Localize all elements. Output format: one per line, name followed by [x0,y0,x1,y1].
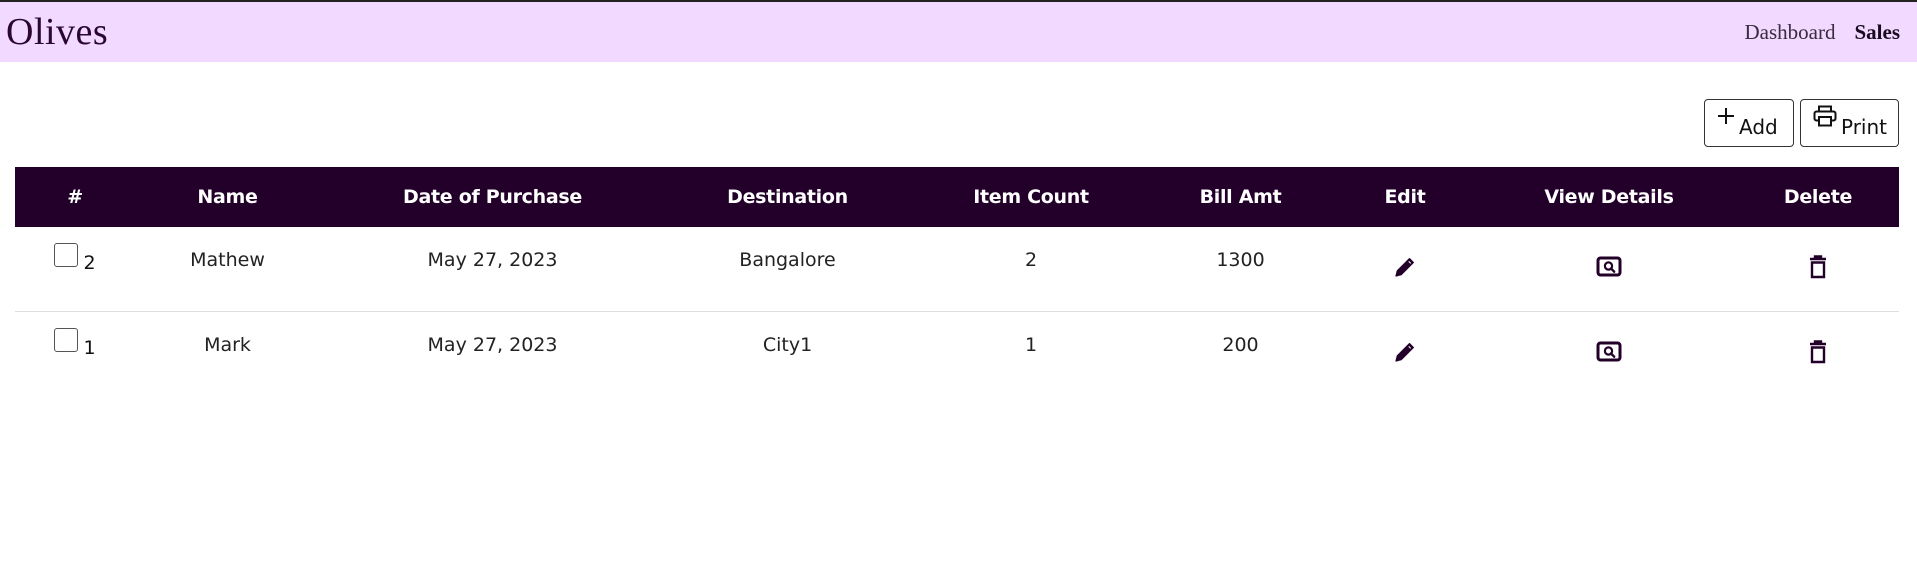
table-toolbar: Add Print [1704,99,1899,147]
print-button[interactable]: Print [1800,99,1899,147]
navbar: Olives Dashboard Sales [0,2,1917,62]
trash-icon[interactable] [1807,339,1829,370]
cell-date: May 27, 2023 [427,249,558,271]
cell-view-details [1481,311,1737,395]
table-row: 1 Mark May 27, 2023 City1 1 200 [15,311,1899,395]
pencil-icon[interactable] [1392,339,1418,370]
cell-bill-amt: 1300 [1216,249,1265,271]
cell-date: May 27, 2023 [427,333,558,356]
cell-delete [1737,227,1899,311]
row-number: 2 [83,252,96,274]
pencil-icon[interactable] [1392,254,1418,285]
column-header-date: Date of Purchase [403,186,582,208]
add-button-label: Add [1739,115,1778,139]
row-select-cell: 1 [15,311,135,395]
plus-icon [1717,107,1735,125]
brand-logo[interactable]: Olives [6,10,108,54]
search-document-icon[interactable] [1595,339,1623,370]
table-row: 2 Mathew May 27, 2023 Bangalore 2 1300 [15,227,1899,311]
print-button-label: Print [1841,115,1888,139]
cell-edit [1329,227,1481,311]
row-number: 1 [83,336,96,359]
row-checkbox[interactable] [54,243,79,267]
cell-bill-amt: 200 [1222,333,1259,356]
cell-destination: Bangalore [739,249,836,271]
printer-icon [1813,105,1837,127]
row-select-cell: 2 [15,227,135,311]
trash-icon[interactable] [1807,254,1829,285]
column-header-name: Name [197,186,258,208]
column-header-edit: Edit [1384,186,1426,208]
nav-link-dashboard[interactable]: Dashboard [1745,20,1836,45]
row-checkbox[interactable] [54,327,79,352]
column-header-delete: Delete [1783,186,1853,208]
add-button[interactable]: Add [1704,99,1794,147]
cell-delete [1737,311,1899,395]
sales-table: # Name Date of Purchase Destination Item… [15,167,1899,395]
cell-item-count: 2 [1024,249,1038,271]
sales-table-container: # Name Date of Purchase Destination Item… [15,167,1899,395]
table-header-row: # Name Date of Purchase Destination Item… [15,167,1899,227]
cell-name: Mathew [190,249,265,271]
cell-item-count: 1 [1024,333,1038,356]
nav-link-sales[interactable]: Sales [1854,20,1900,45]
column-header-number: # [67,186,83,208]
cell-view-details [1481,227,1737,311]
cell-destination: City1 [762,333,813,356]
column-header-item-count: Item Count [973,186,1089,208]
column-header-view-details: View Details [1544,186,1674,208]
column-header-destination: Destination [727,186,848,208]
nav-links: Dashboard Sales [1745,20,1901,45]
cell-name: Mark [204,333,251,356]
search-document-icon[interactable] [1595,254,1623,285]
cell-edit [1329,311,1481,395]
column-header-bill-amt: Bill Amt [1199,186,1282,208]
